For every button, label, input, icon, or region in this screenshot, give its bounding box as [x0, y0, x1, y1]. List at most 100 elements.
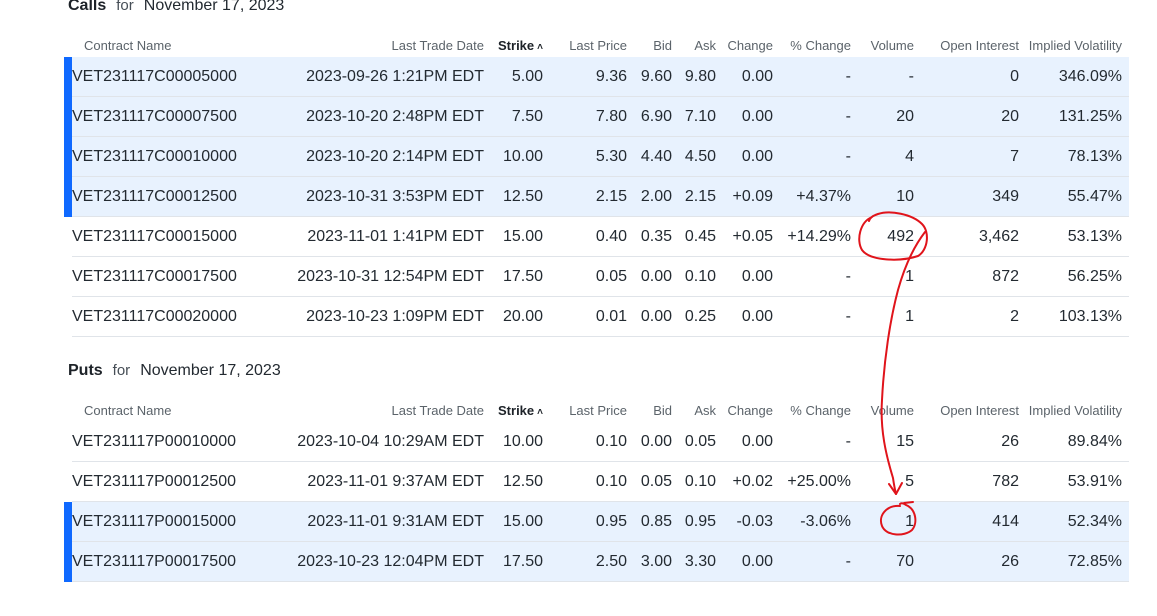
implied-volatility: 131.25% [1026, 96, 1129, 137]
volume: 10 [858, 176, 921, 217]
percent-change: - [780, 136, 858, 177]
column-header-contract-name[interactable]: Contract Name [68, 398, 288, 422]
change: 0.00 [723, 96, 780, 137]
column-header-open-interest[interactable]: Open Interest [921, 398, 1026, 422]
volume: 5 [858, 461, 921, 502]
change: +0.09 [723, 176, 780, 217]
strike-link[interactable]: 12.50 [491, 461, 550, 502]
contract-name-link[interactable]: VET231117C00015000 [64, 216, 288, 257]
puts-header-row: Contract Name Last Trade Date Strike ˄ La… [68, 398, 1129, 422]
column-header-percent-change[interactable]: % Change [780, 33, 858, 57]
last-trade-date: 2023-10-20 2:48PM EDT [288, 96, 491, 137]
volume: 1 [858, 296, 921, 337]
column-header-last-price[interactable]: Last Price [550, 398, 634, 422]
calls-table: Contract Name Last Trade Date Strike ˄ La… [64, 33, 1129, 337]
strike-link[interactable]: 15.00 [491, 501, 550, 542]
contract-name-link[interactable]: VET231117C00017500 [64, 256, 288, 297]
contract-name-link[interactable]: VET231117P00010000 [64, 422, 288, 462]
column-header-volume[interactable]: Volume [858, 398, 921, 422]
table-row: VET231117C00017500 2023-10-31 12:54PM EDT… [64, 256, 1129, 297]
bid: 0.05 [634, 461, 679, 502]
ask: 0.10 [679, 256, 723, 297]
strike-link[interactable]: 15.00 [491, 216, 550, 257]
column-header-volume[interactable]: Volume [858, 33, 921, 57]
contract-name-link[interactable]: VET231117C00020000 [64, 296, 288, 337]
bid: 2.00 [634, 176, 679, 217]
column-header-strike[interactable]: Strike ˄ [491, 398, 550, 422]
last-price: 7.80 [550, 96, 634, 137]
last-price: 9.36 [550, 57, 634, 97]
strike-link[interactable]: 17.50 [491, 541, 550, 582]
contract-name-link[interactable]: VET231117P00012500 [64, 461, 288, 502]
change: 0.00 [723, 57, 780, 97]
strike-link[interactable]: 17.50 [491, 256, 550, 297]
ask: 0.95 [679, 501, 723, 542]
contract-name-link[interactable]: VET231117C00012500 [64, 176, 288, 217]
chevron-up-icon: ˄ [537, 406, 543, 418]
percent-change: - [780, 256, 858, 297]
contract-name-link[interactable]: VET231117C00010000 [64, 136, 288, 177]
column-header-strike[interactable]: Strike ˄ [491, 33, 550, 57]
table-row: VET231117C00015000 2023-11-01 1:41PM EDT 1… [64, 216, 1129, 257]
table-row: VET231117C00010000 2023-10-20 2:14PM EDT 1… [64, 136, 1129, 177]
table-row: VET231117P00010000 2023-10-04 10:29AM EDT… [64, 422, 1129, 462]
column-header-last-price[interactable]: Last Price [550, 33, 634, 57]
last-price: 0.40 [550, 216, 634, 257]
last-trade-date: 2023-10-31 3:53PM EDT [288, 176, 491, 217]
percent-change: +25.00% [780, 461, 858, 502]
puts-table: Contract Name Last Trade Date Strike ˄ La… [64, 398, 1129, 582]
change: 0.00 [723, 541, 780, 582]
column-header-percent-change[interactable]: % Change [780, 398, 858, 422]
column-header-ask[interactable]: Ask [679, 398, 723, 422]
open-interest: 2 [921, 296, 1026, 337]
strike-link[interactable]: 10.00 [491, 136, 550, 177]
implied-volatility: 53.13% [1026, 216, 1129, 257]
implied-volatility: 72.85% [1026, 541, 1129, 582]
contract-name-link[interactable]: VET231117C00007500 [64, 96, 288, 137]
column-header-implied-volatility[interactable]: Implied Volatility [1026, 398, 1129, 422]
last-price: 0.10 [550, 461, 634, 502]
ask: 0.25 [679, 296, 723, 337]
column-header-bid[interactable]: Bid [634, 398, 679, 422]
puts-expiration-date: November 17, 2023 [140, 362, 281, 379]
strike-link[interactable]: 10.00 [491, 422, 550, 462]
contract-name-link[interactable]: VET231117C00005000 [64, 57, 288, 97]
volume: - [858, 57, 921, 97]
last-trade-date: 2023-10-20 2:14PM EDT [288, 136, 491, 177]
column-header-implied-volatility[interactable]: Implied Volatility [1026, 33, 1129, 57]
strike-link[interactable]: 5.00 [491, 57, 550, 97]
column-header-contract-name[interactable]: Contract Name [68, 33, 288, 57]
bid: 0.00 [634, 256, 679, 297]
column-header-bid[interactable]: Bid [634, 33, 679, 57]
strike-link[interactable]: 20.00 [491, 296, 550, 337]
column-header-last-trade-date[interactable]: Last Trade Date [288, 398, 491, 422]
change: 0.00 [723, 256, 780, 297]
percent-change: - [780, 57, 858, 97]
column-header-ask[interactable]: Ask [679, 33, 723, 57]
strike-link[interactable]: 12.50 [491, 176, 550, 217]
ask: 0.05 [679, 422, 723, 462]
contract-name-link[interactable]: VET231117P00017500 [64, 541, 288, 582]
column-header-last-trade-date[interactable]: Last Trade Date [288, 33, 491, 57]
implied-volatility: 346.09% [1026, 57, 1129, 97]
last-price: 0.95 [550, 501, 634, 542]
column-header-strike-label: Strike [498, 37, 535, 53]
table-row: VET231117C00005000 2023-09-26 1:21PM EDT 5… [64, 57, 1129, 97]
calls-header-row: Contract Name Last Trade Date Strike ˄ La… [68, 33, 1129, 57]
change: 0.00 [723, 296, 780, 337]
last-trade-date: 2023-09-26 1:21PM EDT [288, 57, 491, 97]
last-trade-date: 2023-10-31 12:54PM EDT [288, 256, 491, 297]
bid: 0.00 [634, 422, 679, 462]
column-header-change[interactable]: Change [723, 398, 780, 422]
open-interest: 20 [921, 96, 1026, 137]
bid: 6.90 [634, 96, 679, 137]
column-header-change[interactable]: Change [723, 33, 780, 57]
ask: 0.10 [679, 461, 723, 502]
column-header-open-interest[interactable]: Open Interest [921, 33, 1026, 57]
strike-link[interactable]: 7.50 [491, 96, 550, 137]
contract-name-link[interactable]: VET231117P00015000 [64, 501, 288, 542]
last-trade-date: 2023-11-01 1:41PM EDT [288, 216, 491, 257]
calls-table-body: VET231117C00005000 2023-09-26 1:21PM EDT 5… [64, 57, 1129, 337]
implied-volatility: 103.13% [1026, 296, 1129, 337]
volume: 70 [858, 541, 921, 582]
